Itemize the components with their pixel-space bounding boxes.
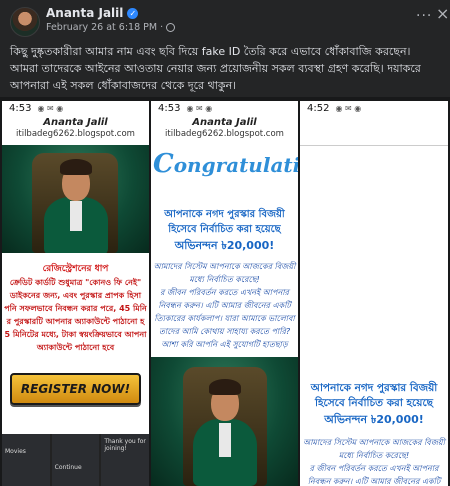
body-line: মধ্যে নির্বাচিত করেছে!: [338, 451, 410, 460]
thumbnail-label: Thank you for joining!: [104, 438, 146, 452]
body-line: আমাদের সিস্টেম আপনাকে আজকের বিজয়ী: [153, 262, 296, 271]
thumbnail[interactable]: Continue: [51, 434, 100, 486]
person-hair: [60, 159, 92, 175]
meta-separator: ·: [160, 22, 164, 33]
avatar[interactable]: [10, 7, 40, 37]
status-time: 4:53: [9, 103, 32, 114]
congrats-capital: C: [153, 149, 174, 179]
person-shirt: [219, 423, 231, 457]
prize-line: অভিনন্দন ৳20,000!: [324, 413, 424, 426]
info-line: র পুরস্কারটি আপনার অ্যাকাউন্টে পাঠানো হ: [6, 317, 145, 326]
page-url: itilbadeg6262.blogspot.com: [165, 129, 284, 139]
status-icons: ◉ ✉ ◉: [186, 104, 213, 113]
verified-icon: ✓: [127, 7, 139, 19]
body-line: আমাদের সিস্টেম আপনাকে আজকের বিজয়ী: [303, 438, 445, 447]
more-options-icon[interactable]: ···: [416, 8, 432, 24]
status-time: 4:52: [307, 103, 330, 114]
body-line: মধ্যে নির্বাচিত করেছে!: [189, 275, 260, 284]
status-time: 4:53: [158, 103, 181, 114]
thumbnail-label: Movies: [5, 448, 26, 455]
prize-line: অভিনন্দন ৳20,000!: [174, 239, 275, 252]
hero-photo: [2, 145, 149, 253]
hero-photo: [151, 357, 298, 486]
post-timestamp[interactable]: February 26 at 6:18 PM: [46, 22, 157, 33]
person-shirt: [70, 201, 82, 231]
body-line: র জীবন পরিবর্তন করতে এখনই আপনার: [309, 464, 439, 473]
body-line: র জীবন পরিবর্তন করতে এখনই আপনার: [160, 288, 289, 297]
thumbnail[interactable]: Movies: [2, 434, 50, 486]
thumbnail-label: Continue: [54, 464, 82, 471]
body-line: নিবন্ধন করুন। এটি আমার জীবনের একটি: [158, 301, 291, 310]
registration-heading: রেজিস্ট্রেশনের ধাপ: [42, 264, 109, 274]
body-line: ত্যিকারের কার্যকলাপ। যারা আমাকে ভালোবা: [154, 314, 295, 323]
status-bar: 4:53 ◉ ✉ ◉: [151, 101, 298, 117]
body-line: আশা করি আপনি এই সুযোগটি হাতছাড়: [161, 340, 288, 349]
info-line: পনি সফলভাবে নিবন্ধন করার পরে, 45 মিনি: [4, 304, 147, 313]
status-bar: 4:52 ◉ ✉ ◉: [300, 101, 448, 117]
body-line: নিবন্ধন করুন। এটি আমার জীবনের একটি: [307, 477, 441, 486]
status-icons: ◉ ✉ ◉: [37, 104, 64, 113]
divider: [300, 145, 448, 146]
status-icons: ◉ ✉ ◉: [335, 104, 362, 113]
info-line: অ্যাকাউন্টে পাঠানো হবে: [36, 343, 115, 352]
person-hair: [209, 379, 241, 395]
post-meta: February 26 at 6:18 PM ·: [46, 22, 176, 33]
info-line: ক্রেডিট কার্ডটি শুধুমাত্র "কোনও ফি নেই": [9, 278, 142, 287]
register-now-button[interactable]: REGISTER NOW!: [10, 373, 141, 405]
page-url: itilbadeg6262.blogspot.com: [16, 129, 135, 139]
page-title: Ananta Jalil: [192, 117, 257, 128]
info-line: 5 মিনিটের মধ্যে, টাকা স্বয়ংক্রিয়ভাবে আ…: [4, 330, 147, 339]
info-line: ডাইকনের জন্য, এবং পুরস্কার প্রাপক হিসা: [9, 291, 142, 300]
body-line: তাদের আমি কোথায় সাহায্য করতে পারি?: [158, 327, 291, 336]
screenshot-2[interactable]: 4:53 ◉ ✉ ◉ Ananta Jalil itilbadeg6262.blo…: [151, 101, 298, 486]
thumbnail[interactable]: Thank you for joining!: [101, 434, 150, 486]
status-bar: 4:53 ◉ ✉ ◉: [2, 101, 149, 117]
screenshot-3[interactable]: 4:52 ◉ ✉ ◉ আপনাকে নগদ পুরস্কার বিজয়ী হিস…: [300, 101, 448, 486]
thumbnail-strip: Movies Continue Thank you for joining!: [2, 434, 150, 486]
screenshot-1[interactable]: 4:53 ◉ ✉ ◉ Ananta Jalil itilbadeg6262.blo…: [2, 101, 149, 486]
globe-icon: [166, 23, 176, 32]
page-title: Ananta Jalil: [43, 117, 108, 128]
post-text: কিছু দুষ্কৃতকারীরা আমার নাম এবং ছবি দিয়…: [10, 45, 421, 92]
congratulation-heading: Congratulation-: [153, 149, 298, 179]
close-icon[interactable]: ×: [436, 4, 449, 23]
author-name-text[interactable]: Ananta Jalil: [46, 6, 123, 20]
congrats-rest: ongratulation-: [173, 153, 298, 177]
post-header: Ananta Jalil ✓ February 26 at 6:18 PM · …: [0, 0, 450, 40]
author-name[interactable]: Ananta Jalil ✓: [46, 6, 139, 20]
